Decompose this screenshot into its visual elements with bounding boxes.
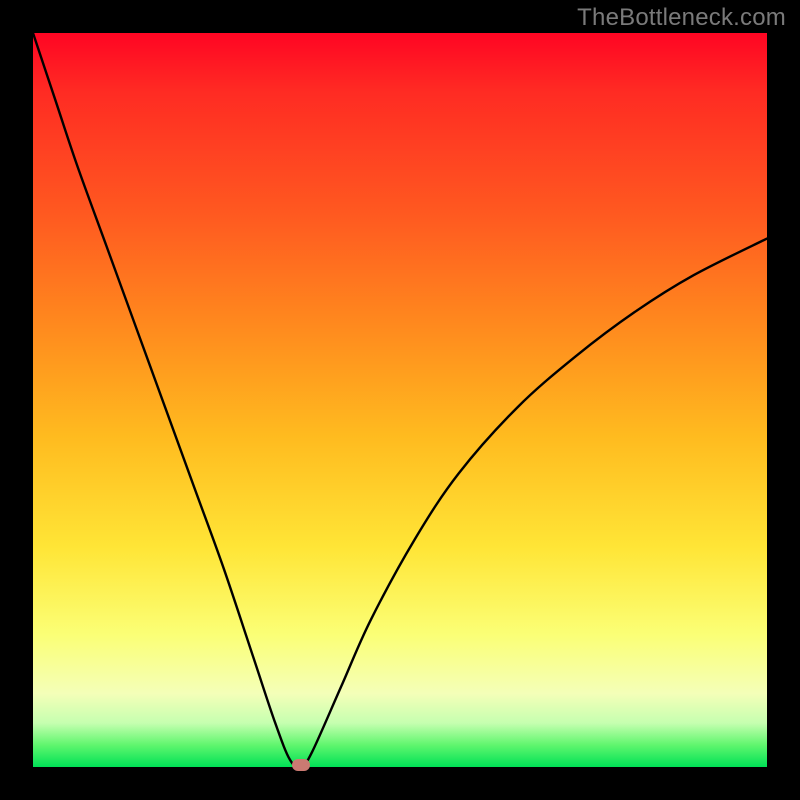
bottleneck-curve (33, 33, 767, 767)
chart-frame: TheBottleneck.com (0, 0, 800, 800)
optimal-point-marker (292, 759, 310, 771)
plot-area (33, 33, 767, 767)
watermark-text: TheBottleneck.com (577, 4, 786, 32)
